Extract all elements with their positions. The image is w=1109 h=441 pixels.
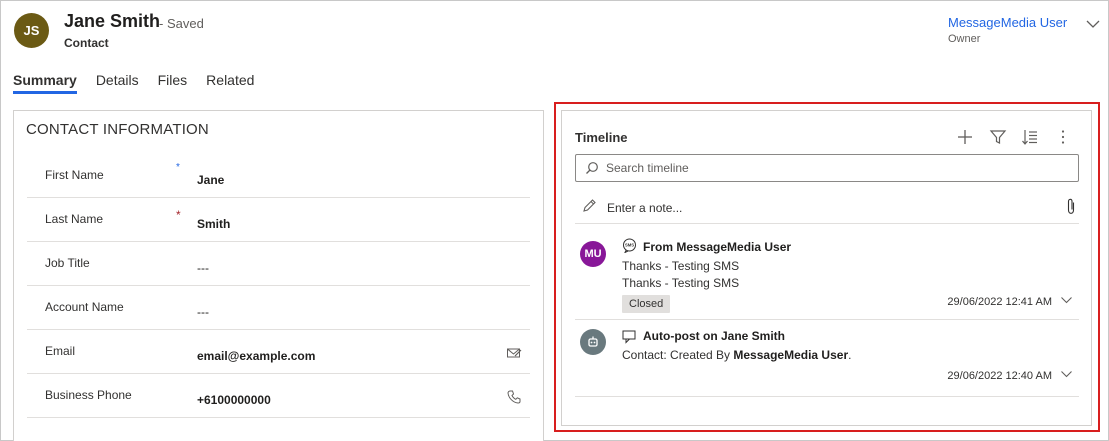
timeline-search-box[interactable] — [575, 154, 1079, 182]
search-icon — [586, 162, 598, 174]
record-title: Jane Smith — [64, 11, 161, 31]
form-tabs: Summary Details Files Related — [13, 72, 273, 94]
note-input[interactable] — [607, 199, 1027, 217]
note-composer[interactable] — [575, 193, 1079, 224]
tab-summary[interactable]: Summary — [13, 72, 77, 94]
field-label: Email — [45, 344, 76, 358]
save-status: - Saved — [159, 16, 204, 31]
filter-icon[interactable] — [989, 128, 1007, 146]
chevron-down-icon[interactable] — [1060, 295, 1073, 305]
avatar — [580, 329, 606, 355]
line-user: MessageMedia User — [733, 348, 849, 362]
timeline-item-title: Auto-post on Jane Smith — [643, 329, 785, 343]
business-phone-value[interactable]: +6100000000 — [197, 393, 271, 407]
contact-form-page: JS Jane Smith - Saved Contact MessageMed… — [0, 0, 1109, 441]
system-robot-icon — [588, 336, 598, 347]
recommended-marker: * — [176, 162, 180, 173]
sms-icon: SMS — [623, 238, 636, 253]
field-business-phone[interactable]: Business Phone +6100000000 — [27, 374, 530, 418]
field-account-name[interactable]: Account Name --- — [27, 286, 530, 330]
job-title-value[interactable]: --- — [197, 261, 209, 275]
svg-text:SMS: SMS — [625, 243, 634, 248]
line-suffix: . — [848, 348, 852, 362]
field-label: Job Title — [45, 256, 90, 270]
contact-information-section: CONTACT INFORMATION First Name * Jane La… — [13, 110, 544, 441]
pencil-icon — [583, 199, 596, 212]
sort-icon[interactable] — [1021, 128, 1039, 146]
timeline-item-title: From MessageMedia User — [643, 240, 792, 254]
avatar: MU — [580, 241, 606, 267]
tab-details[interactable]: Details — [96, 72, 139, 94]
first-name-value[interactable]: Jane — [197, 173, 224, 187]
timeline-item-line: Contact: Created By MessageMedia User. — [622, 348, 851, 362]
timeline-search-input[interactable] — [606, 159, 1066, 177]
timeline-item-sms[interactable]: MU SMS From MessageMedia User Thanks - T… — [575, 230, 1079, 320]
entity-type-label: Contact — [64, 36, 109, 50]
required-marker: * — [176, 208, 181, 222]
owner-label: Owner — [948, 33, 981, 45]
field-last-name[interactable]: Last Name * Smith — [27, 198, 530, 242]
field-label: First Name — [45, 168, 104, 182]
field-label: Business Phone — [45, 388, 132, 402]
timeline-item-line: Thanks - Testing SMS — [622, 259, 740, 273]
email-value[interactable]: email@example.com — [197, 349, 315, 363]
field-first-name[interactable]: First Name * Jane — [27, 154, 530, 198]
field-email[interactable]: Email email@example.com — [27, 330, 530, 374]
timeline-item-timestamp: 29/06/2022 12:41 AM — [947, 296, 1052, 308]
last-name-value[interactable]: Smith — [197, 217, 230, 231]
timeline-item-auto-post[interactable]: Auto-post on Jane Smith Contact: Created… — [575, 321, 1079, 397]
add-icon[interactable] — [956, 128, 974, 146]
paperclip-icon[interactable] — [1065, 198, 1077, 215]
account-name-value[interactable]: --- — [197, 305, 209, 319]
timeline-item-line: Thanks - Testing SMS — [622, 276, 740, 290]
field-label: Account Name — [45, 300, 124, 314]
timeline-panel: Timeline Search timeline Enter a note...… — [561, 110, 1092, 426]
more-icon[interactable] — [1054, 128, 1072, 146]
record-avatar: JS — [14, 13, 49, 48]
owner-link[interactable]: MessageMedia User — [948, 15, 1067, 30]
chevron-down-icon[interactable] — [1060, 369, 1073, 379]
phone-icon[interactable] — [506, 389, 522, 405]
status-badge: Closed — [622, 295, 671, 313]
email-compose-icon[interactable] — [506, 345, 522, 361]
timeline-item-timestamp: 29/06/2022 12:40 AM — [947, 370, 1052, 382]
tab-related[interactable]: Related — [206, 72, 254, 94]
field-job-title[interactable]: Job Title --- — [27, 242, 530, 286]
timeline-title: Timeline — [575, 130, 628, 145]
chevron-down-icon[interactable] — [1085, 17, 1101, 31]
line-prefix: Contact: Created By — [622, 348, 734, 362]
tab-files[interactable]: Files — [158, 72, 188, 94]
section-title: CONTACT INFORMATION — [26, 121, 209, 138]
auto-post-icon — [622, 330, 636, 344]
field-label: Last Name — [45, 212, 104, 226]
